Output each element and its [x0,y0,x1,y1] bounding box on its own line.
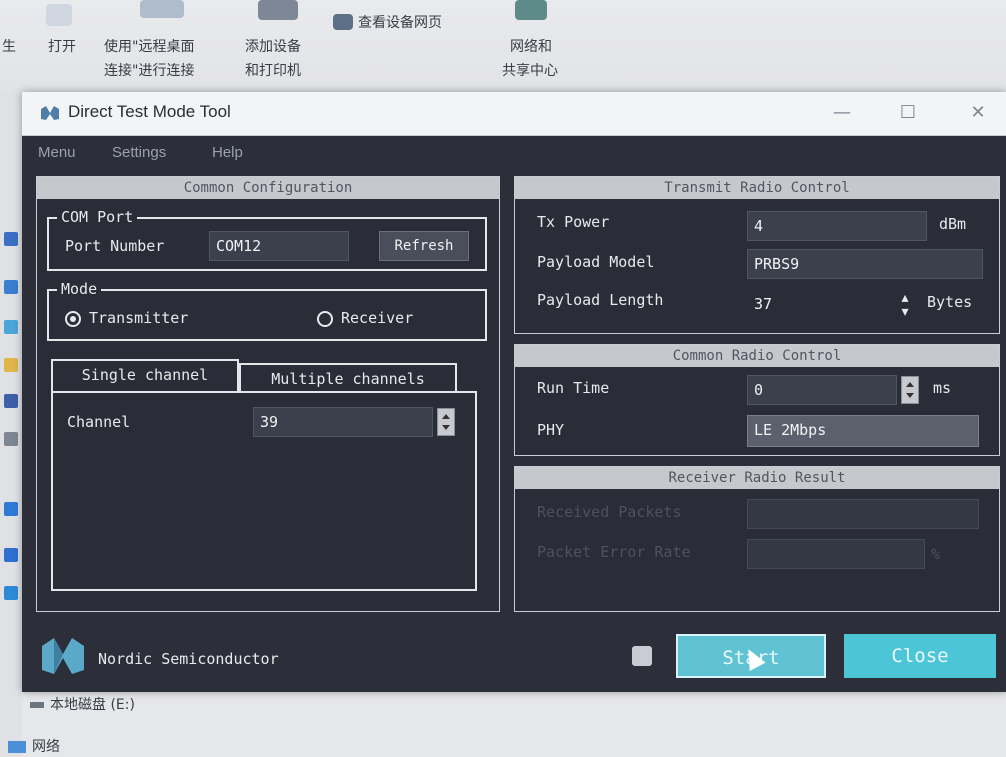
mode-title: Mode [57,279,102,299]
channel-field[interactable]: 39 [253,407,433,437]
transmit-radio-control-header: Transmit Radio Control [515,177,999,199]
single-channel-pane: Channel 39 [51,391,477,591]
received-packets-field [747,499,979,529]
tx-power-unit: dBm [939,215,967,233]
close-button[interactable]: Close [844,634,996,678]
remote-desktop-label-line2: 连接"进行连接 [104,63,195,79]
packet-error-rate-field [747,539,925,569]
com-port-title: COM Port [57,207,138,227]
payload-length-label: Payload Length [537,291,664,309]
title-bar[interactable]: Direct Test Mode Tool — ☐ ✕ [22,92,1006,136]
common-radio-control-header: Common Radio Control [515,345,999,367]
device-webpage-icon [333,14,353,30]
ribbon-open-button[interactable]: 打开 [48,36,76,58]
port-number-field[interactable]: COM12 [209,231,349,261]
nordic-logo-icon [42,638,84,674]
run-time-field[interactable]: 0 [747,375,897,405]
payload-model-select[interactable]: PRBS9 [747,249,983,279]
explorer-ribbon: 生 打开 使用"远程桌面 连接"进行连接 添加设备 和打印机 查看设备网页 网络… [0,0,1006,92]
close-window-button[interactable]: ✕ [958,100,998,126]
nav-icon-pictures[interactable] [4,320,18,334]
common-configuration-panel: Common Configuration COM Port Port Numbe… [36,176,500,612]
nordic-app-icon [41,106,59,120]
remote-desktop-icon [140,0,184,18]
transmitter-radio[interactable] [65,311,81,327]
packet-error-rate-label: Packet Error Rate [537,543,691,561]
payload-length-stepper[interactable]: ▴ ▾ [899,291,911,319]
payload-length-unit: Bytes [927,293,973,311]
window-title: Direct Test Mode Tool [68,102,231,121]
menu-help[interactable]: Help [212,144,243,161]
nav-icon-desktop[interactable] [4,280,18,294]
nav-icon-music[interactable] [4,548,18,562]
channel-stepper[interactable] [437,408,455,436]
network-item[interactable]: 网络 [8,736,60,756]
menu-menu[interactable]: Menu [38,144,76,161]
maximize-button[interactable]: ☐ [888,100,928,126]
nav-icon-drive[interactable] [4,432,18,446]
drive-icon [30,702,44,708]
common-configuration-header: Common Configuration [37,177,499,199]
nordic-brand-label: Nordic Semiconductor [98,650,279,668]
network-sharing-label-line1: 网络和 [510,39,552,55]
add-device-label-line1: 添加设备 [245,39,301,55]
nav-icon-cloud[interactable] [4,232,18,246]
tab-multiple-channels[interactable]: Multiple channels [239,363,457,391]
ribbon-view-device-webpage[interactable]: 查看设备网页 [358,12,442,34]
receiver-radio[interactable] [317,311,333,327]
minimize-button[interactable]: — [822,100,862,126]
nav-icon-download[interactable] [4,502,18,516]
phy-label: PHY [537,421,565,439]
network-label: 网络 [32,739,60,755]
add-device-label-line2: 和打印机 [245,63,301,79]
open-icon [46,4,72,26]
status-indicator [632,646,652,666]
nav-icon-videos[interactable] [4,394,18,408]
tx-power-field[interactable]: 4 [747,211,927,241]
explorer-nav-strip [0,92,22,757]
remote-desktop-label-line1: 使用"远程桌面 [104,39,195,55]
packet-error-rate-unit: % [931,545,941,563]
phy-select[interactable]: LE 2Mbps [747,415,979,447]
run-time-stepper[interactable] [901,376,919,404]
dtm-window: Direct Test Mode Tool — ☐ ✕ Menu Setting… [22,92,1006,692]
payload-length-field[interactable]: 37 [747,289,897,319]
ribbon-partial-label: 生 [2,39,16,55]
received-packets-label: Received Packets [537,503,682,521]
receiver-radio-result-panel: Receiver Radio Result Received Packets P… [514,466,1000,612]
refresh-button[interactable]: Refresh [379,231,469,261]
payload-model-label: Payload Model [537,253,655,271]
run-time-label: Run Time [537,379,610,397]
transmit-radio-control-panel: Transmit Radio Control Tx Power 4 dBm Pa… [514,176,1000,334]
tab-single-channel[interactable]: Single channel [51,359,239,391]
receiver-label[interactable]: Receiver [341,309,413,327]
tx-power-label: Tx Power [537,213,610,231]
mode-group: Mode Transmitter Receiver [47,279,487,341]
transmitter-label[interactable]: Transmitter [89,309,188,327]
network-icon [8,741,26,753]
menu-settings[interactable]: Settings [112,144,166,161]
menu-bar: Menu Settings Help [22,140,1006,170]
drive-e-label: 本地磁盘 (E:) [50,697,135,713]
port-number-label: Port Number [65,237,165,255]
com-port-group: COM Port Port Number COM12 Refresh [47,207,487,271]
common-radio-control-panel: Common Radio Control Run Time 0 ms PHY L… [514,344,1000,456]
network-sharing-icon [515,0,547,20]
nav-icon-documents[interactable] [4,358,18,372]
channel-label: Channel [67,413,131,431]
receiver-radio-result-header: Receiver Radio Result [515,467,999,489]
network-sharing-label-line2: 共享中心 [502,63,558,79]
nav-icon-disk[interactable] [4,586,18,600]
run-time-unit: ms [933,379,952,397]
devices-printers-icon [258,0,298,20]
drive-e-item[interactable]: 本地磁盘 (E:) [30,694,135,714]
